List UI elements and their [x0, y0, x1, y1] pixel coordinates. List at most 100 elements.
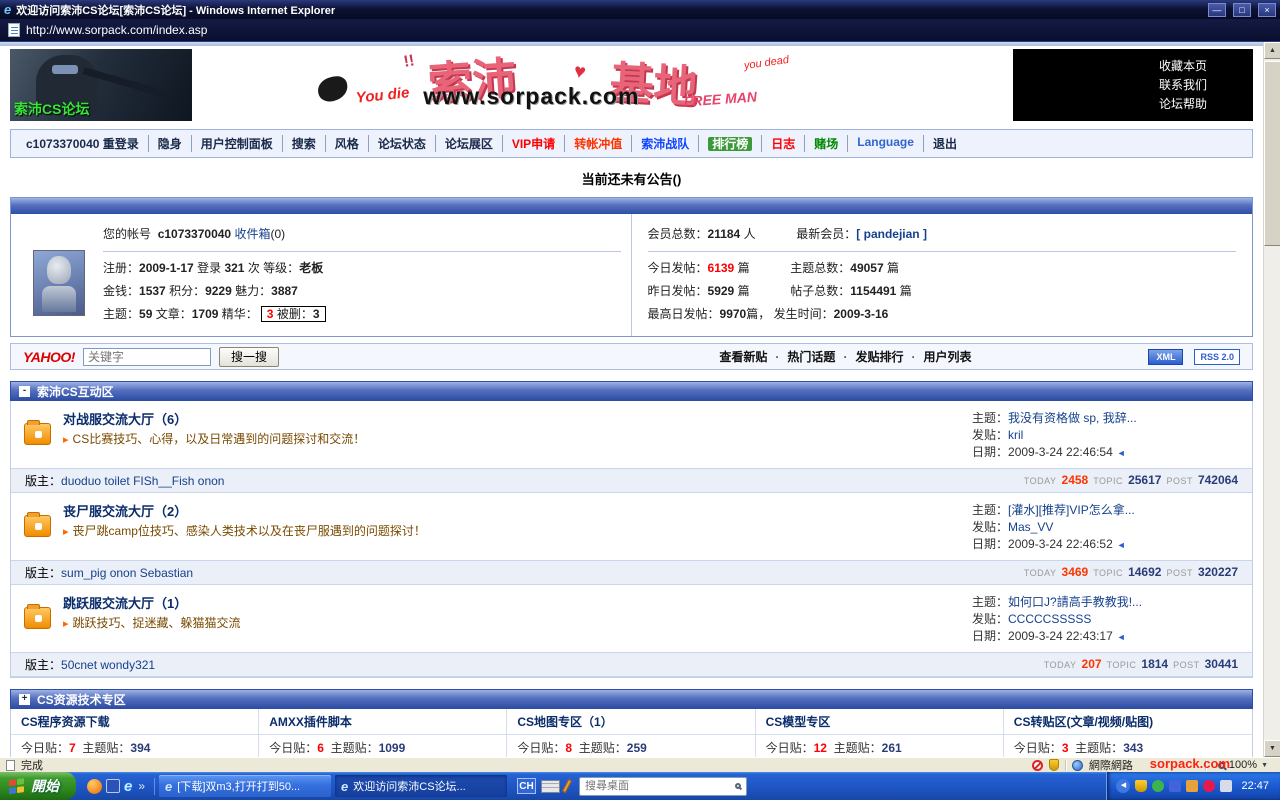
post-label: POST [1166, 473, 1193, 489]
resource-forum-link[interactable]: CS程序资源下载 [11, 709, 259, 735]
nav-item-search[interactable]: 搜索 [282, 135, 325, 152]
tray-volume-icon[interactable] [1220, 780, 1232, 792]
nav-item-logout[interactable]: 退出 [923, 135, 966, 152]
zoom-caret-icon: ▼ [1261, 762, 1268, 769]
account-label: 您的帐号 [103, 227, 151, 241]
link-hot-topics[interactable]: 热门话题 [771, 348, 839, 365]
last-topic-link[interactable]: 如何口J?請高手教教我!... [1008, 595, 1142, 609]
link-contact-us[interactable]: 联系我们 [1013, 76, 1207, 95]
security-shield-icon[interactable] [1049, 759, 1059, 771]
desktop-search-box[interactable] [579, 777, 747, 796]
sorpack-watermark: sorpack.com [1150, 756, 1230, 771]
tray-security-update-icon[interactable] [1135, 780, 1147, 792]
forum-counters: TODAY3469 TOPIC14692 POST320227 [1024, 564, 1238, 581]
taskbar-window-button-active[interactable]: e 欢迎访问索沛CS论坛... [335, 775, 507, 797]
resource-forum-link[interactable]: CS地图专区（1） [507, 709, 755, 735]
tray-network-icon[interactable] [1169, 780, 1181, 792]
expand-icon[interactable]: + [19, 694, 30, 705]
newest-member-link[interactable]: [ pandejian ] [856, 227, 927, 241]
link-bookmark-page[interactable]: 收藏本页 [1013, 57, 1207, 76]
forum-description: 跳跃技巧、捉迷藏、躲猫猫交流 [73, 616, 241, 630]
nav-item-style[interactable]: 风格 [325, 135, 368, 152]
last-poster-link[interactable]: kril [1008, 428, 1023, 442]
nav-item-forum-status[interactable]: 论坛状态 [368, 135, 435, 152]
link-post-ranking[interactable]: 发贴排行 [839, 348, 907, 365]
xml-badge[interactable]: XML [1148, 349, 1183, 365]
forum-link[interactable]: 对战服交流大厅 [63, 412, 154, 427]
yahoo-logo[interactable]: YAHOO! [23, 349, 75, 365]
pen-input-icon[interactable] [562, 779, 572, 793]
vertical-scrollbar[interactable]: ▲ ▼ [1263, 42, 1280, 757]
unit-pian: 篇 [900, 284, 912, 298]
last-topic-link[interactable]: 我没有资格做 sp, 我辞... [1008, 411, 1137, 425]
link-user-list[interactable]: 用户列表 [907, 348, 975, 365]
post-count: 742064 [1198, 472, 1238, 488]
forum-folder-icon [24, 423, 51, 445]
blocked-popup-icon[interactable] [1032, 760, 1043, 771]
scroll-down-button[interactable]: ▼ [1264, 740, 1280, 757]
link-new-posts[interactable]: 查看新贴 [715, 348, 771, 365]
collapse-icon[interactable]: - [19, 386, 30, 397]
nav-item-transfer-credit[interactable]: 转帐冲值 [564, 135, 631, 152]
resource-forum-link[interactable]: AMXX插件脚本 [259, 709, 507, 735]
keyword-input[interactable] [83, 348, 211, 366]
nav-item-forum-gallery[interactable]: 论坛展区 [435, 135, 502, 152]
scroll-up-button[interactable]: ▲ [1264, 42, 1280, 59]
money-value: 1537 [139, 284, 166, 298]
search-submit-button[interactable]: 搜一搜 [219, 347, 279, 367]
last-post-icon[interactable]: ◄ [1117, 540, 1126, 550]
tray-download-icon[interactable] [1186, 780, 1198, 792]
rss-badge[interactable]: RSS 2.0 [1194, 349, 1240, 365]
nav-item-ranking[interactable]: 排行榜 [698, 135, 761, 152]
desktop-search-input[interactable] [585, 780, 731, 792]
topic-count: 25617 [1128, 472, 1161, 488]
language-indicator[interactable]: CH [517, 778, 536, 794]
taskbar-window-button[interactable]: e [下载]双m3,打开打到50... [159, 775, 331, 797]
today-posts-label: 今日贴： [269, 741, 317, 755]
resource-forum-stats: 今日贴：3 主题贴：343 [1004, 735, 1252, 757]
last-post-icon[interactable]: ◄ [1117, 448, 1126, 458]
last-post-icon[interactable]: ◄ [1117, 632, 1126, 642]
inbox-link[interactable]: 收件箱 [234, 227, 270, 241]
nav-item-control-panel[interactable]: 用户控制面板 [191, 135, 282, 152]
tray-collapse-icon[interactable]: ◀ [1116, 779, 1130, 793]
address-url[interactable]: http://www.sorpack.com/index.asp [26, 23, 207, 37]
last-poster-link[interactable]: CCCCCSSSSS [1008, 612, 1091, 626]
link-forum-help[interactable]: 论坛帮助 [1013, 95, 1207, 114]
last-post-date: 2009-3-24 22:46:52 [1008, 537, 1113, 551]
nav-item-relogin[interactable]: c1073370040 重登录 [17, 135, 148, 152]
taskbar-clock[interactable]: 22:47 [1241, 780, 1269, 792]
close-button[interactable]: × [1258, 3, 1276, 17]
keyboard-icon[interactable] [541, 780, 560, 793]
resource-forum-link[interactable]: CS转贴区(文章/视频/贴图) [1004, 709, 1252, 735]
ie-quicklaunch-icon[interactable]: e [124, 778, 132, 795]
section-header-cs-resources[interactable]: + CS资源技术专区 [10, 689, 1253, 709]
maximize-button[interactable]: □ [1233, 3, 1251, 17]
moderator-links[interactable]: sum_pig onon Sebastian [61, 566, 193, 580]
moderator-links[interactable]: 50cnet wondy321 [61, 658, 155, 672]
nav-item-invisible[interactable]: 隐身 [148, 135, 191, 152]
forum-link[interactable]: 丧尸服交流大厅 [63, 504, 154, 519]
nav-item-language[interactable]: Language [847, 135, 923, 152]
toolbar-overflow-chevron[interactable]: » [136, 779, 147, 793]
nav-item-cs-team[interactable]: 索沛战队 [631, 135, 698, 152]
minimize-button[interactable]: — [1208, 3, 1226, 17]
tray-messenger-icon[interactable] [1152, 780, 1164, 792]
site-header: 索沛CS论坛 !! 索沛 ♥ 基地 you dead You die www.s… [10, 49, 1253, 121]
nav-item-blog[interactable]: 日志 [761, 135, 804, 152]
score-value: 9229 [205, 284, 232, 298]
scrollbar-thumb[interactable] [1264, 61, 1280, 246]
nav-item-casino[interactable]: 赌场 [804, 135, 847, 152]
forum-block: 对战服交流大厅（6） ▸CS比赛技巧、心得，以及日常遇到的问题探讨和交流！ 主题… [11, 401, 1252, 493]
start-button[interactable]: 開始 [0, 772, 76, 800]
nav-item-vip-apply[interactable]: VIP申请 [502, 135, 564, 152]
section-header-cs-interactive[interactable]: - 索沛CS互动区 [10, 381, 1253, 401]
save-disk-icon[interactable] [106, 779, 120, 793]
last-topic-link[interactable]: [灌水][推荐]VIP怎么拿... [1008, 503, 1135, 517]
tray-antivirus-icon[interactable] [1203, 780, 1215, 792]
moderator-links[interactable]: duoduo toilet FISh__Fish onon [61, 474, 224, 488]
last-poster-link[interactable]: Mas_VV [1008, 520, 1053, 534]
firefox-icon[interactable] [87, 779, 102, 794]
resource-forum-link[interactable]: CS模型专区 [756, 709, 1004, 735]
forum-link[interactable]: 跳跃服交流大厅 [63, 596, 154, 611]
